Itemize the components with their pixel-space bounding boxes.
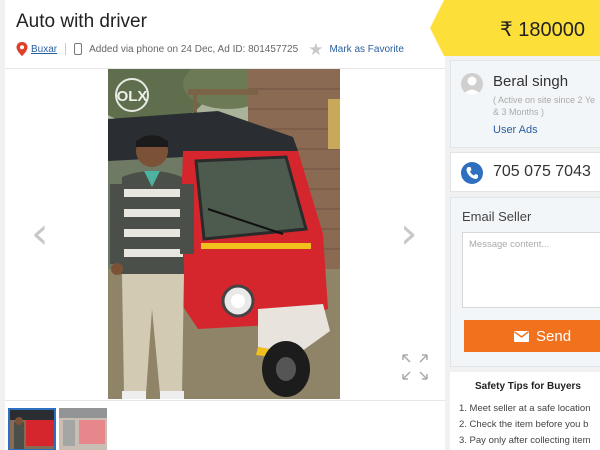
mark-favorite-link[interactable]: Mark as Favorite bbox=[329, 44, 403, 55]
thumbnail-1[interactable] bbox=[8, 408, 56, 450]
prev-photo-arrow-icon[interactable]: ‹ bbox=[31, 212, 49, 256]
safety-tip: 1. Meet seller at a safe location bbox=[459, 403, 591, 414]
send-label: Send bbox=[536, 327, 572, 345]
location-pin-icon bbox=[16, 42, 28, 56]
location-link[interactable]: Buxar bbox=[31, 44, 57, 55]
fullscreen-expand-icon[interactable] bbox=[400, 352, 430, 382]
meta-divider bbox=[65, 43, 67, 55]
safety-heading: Safety Tips for Buyers bbox=[475, 381, 581, 392]
listing-card: Auto with driver Buxar Added via phone o… bbox=[5, 0, 445, 450]
active-note-line-1: ( Active on site since 2 Ye bbox=[493, 95, 596, 105]
safety-tip: 3. Pay only after collecting item bbox=[459, 435, 591, 446]
star-icon[interactable]: ★ bbox=[308, 41, 323, 58]
safety-tip: 2. Check the item before you b bbox=[459, 419, 589, 430]
send-button[interactable]: Send bbox=[464, 320, 600, 352]
added-info: Added via phone on 24 Dec, Ad ID: 801457… bbox=[89, 43, 299, 55]
next-photo-arrow-icon[interactable]: › bbox=[400, 212, 418, 256]
phone-number[interactable]: 705 075 7043 bbox=[493, 163, 591, 181]
listing-title: Auto with driver bbox=[16, 11, 147, 32]
active-note-line-2: & 3 Months ) bbox=[493, 107, 545, 117]
seller-card: Beral singh ( Active on site since 2 Ye … bbox=[450, 60, 600, 148]
email-seller-box: Email Seller Message content... Send bbox=[450, 197, 600, 367]
envelope-icon bbox=[514, 330, 529, 342]
avatar bbox=[461, 73, 483, 95]
thumbnail-strip bbox=[5, 400, 445, 450]
svg-text:OLX: OLX bbox=[117, 88, 148, 105]
user-ads-link[interactable]: User Ads bbox=[493, 124, 538, 136]
email-seller-label: Email Seller bbox=[462, 209, 532, 224]
price-tag: ₹ 180000 bbox=[430, 0, 600, 56]
phone-icon bbox=[461, 162, 483, 184]
price-value: ₹ 180000 bbox=[500, 19, 586, 41]
olx-watermark-logo: OLX bbox=[115, 78, 149, 112]
phone-box[interactable]: 705 075 7043 bbox=[450, 152, 600, 192]
main-photo[interactable]: OLX bbox=[108, 69, 340, 399]
mobile-phone-icon bbox=[74, 43, 83, 55]
thumbnail-2[interactable] bbox=[59, 408, 107, 450]
message-textarea[interactable]: Message content... bbox=[462, 232, 600, 308]
seller-active-since: ( Active on site since 2 Ye & 3 Months ) bbox=[493, 94, 600, 118]
listing-meta: Buxar Added via phone on 24 Dec, Ad ID: … bbox=[16, 39, 404, 59]
safety-tips: Safety Tips for Buyers 1. Meet seller at… bbox=[450, 372, 600, 450]
seller-name[interactable]: Beral singh bbox=[493, 73, 568, 90]
message-placeholder: Message content... bbox=[469, 239, 550, 250]
